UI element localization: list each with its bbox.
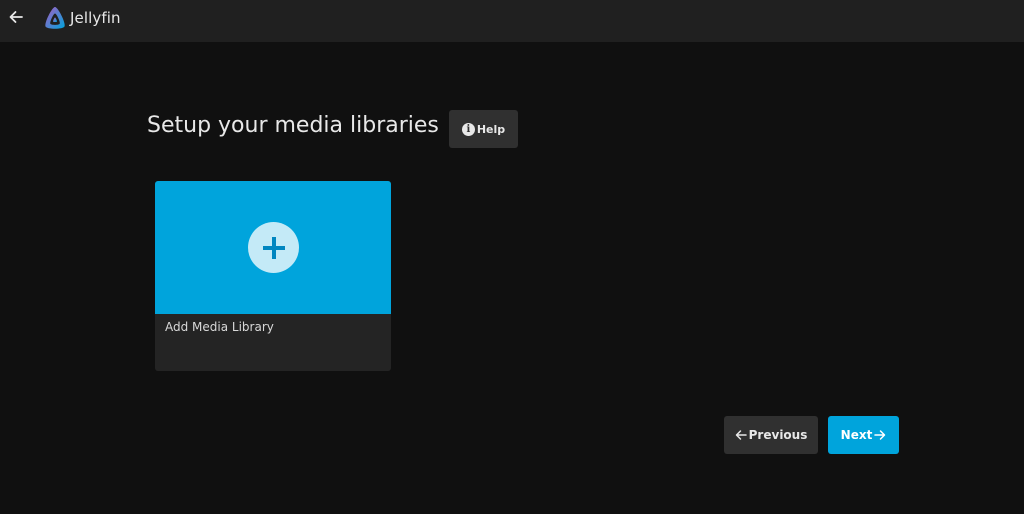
next-button[interactable]: Next [828,416,899,454]
jellyfin-logo[interactable] [42,5,68,31]
brand-name: Jellyfin [70,9,121,27]
previous-label: Previous [748,428,808,442]
arrow-left-icon [9,11,23,23]
help-label: Help [476,122,506,136]
arrow-left-icon [735,430,747,440]
add-media-library-card[interactable]: Add Media Library [155,181,391,371]
info-icon: i [461,122,475,136]
arrow-right-icon [874,430,886,440]
page-title: Setup your media libraries [147,113,439,138]
card-label: Add Media Library [165,320,274,334]
card-image [155,181,391,314]
help-button[interactable]: i Help [449,110,518,148]
next-label: Next [840,428,873,442]
app-header: Jellyfin [0,0,1024,42]
plus-circle [248,222,299,273]
previous-button[interactable]: Previous [724,416,818,454]
back-button[interactable] [4,5,28,29]
plus-icon [262,236,285,259]
